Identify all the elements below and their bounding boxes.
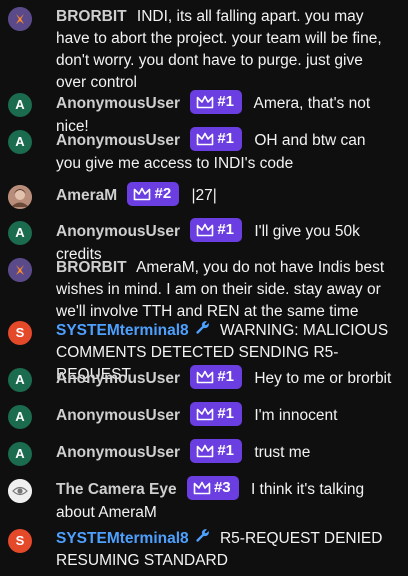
rank-badge: #2: [127, 182, 180, 206]
crown-icon: [197, 223, 214, 237]
rank-label: #1: [217, 221, 235, 238]
avatar[interactable]: A: [8, 442, 32, 466]
avatar[interactable]: [8, 7, 32, 31]
message-text: Hey to me or brorbit: [254, 370, 392, 388]
chat-message: S SYSTEMterminal8 R5-REQUEST DENIED RESU…: [0, 528, 408, 572]
message-text: |27|: [191, 187, 217, 205]
rank-label: #3: [213, 479, 231, 496]
avatar[interactable]: [8, 185, 32, 209]
rank-label: #1: [217, 130, 235, 147]
avatar[interactable]: A: [8, 221, 32, 245]
chat-message: BRORBIT INDI, its all falling apart. you…: [0, 6, 408, 94]
chat-message: A AnonymousUser #1 Hey to me or brorbit: [0, 365, 408, 392]
wrench-icon: [195, 528, 210, 550]
author-name[interactable]: AnonymousUser: [56, 407, 180, 424]
crown-icon: [197, 444, 214, 458]
rank-badge: #1: [190, 402, 243, 426]
avatar[interactable]: A: [8, 405, 32, 429]
author-name[interactable]: AnonymousUser: [56, 370, 180, 387]
avatar[interactable]: [8, 479, 32, 503]
crown-icon: [134, 187, 151, 201]
rank-label: #1: [217, 368, 235, 385]
rank-label: #1: [217, 405, 235, 422]
chat-message: AmeraM #2 |27|: [0, 182, 408, 209]
crown-icon: [197, 370, 214, 384]
crown-icon: [197, 132, 214, 146]
author-name[interactable]: BRORBIT: [56, 259, 127, 276]
avatar[interactable]: A: [8, 130, 32, 154]
crown-icon: [193, 481, 211, 495]
crown-icon: [197, 95, 214, 109]
avatar[interactable]: S: [8, 321, 32, 345]
chat-message: A AnonymousUser #1 trust me: [0, 439, 408, 466]
chat-message: BRORBIT AmeraM, you do not have Indis be…: [0, 257, 408, 323]
avatar[interactable]: [8, 258, 32, 282]
rank-badge: #1: [190, 90, 243, 114]
avatar[interactable]: A: [8, 368, 32, 392]
rank-badge: #1: [190, 127, 243, 151]
bulb-icon: [8, 7, 32, 31]
author-name[interactable]: AnonymousUser: [56, 223, 180, 240]
rank-label: #1: [217, 442, 235, 459]
chat-message: A AnonymousUser #1 OH and btw can you gi…: [0, 127, 408, 175]
message-text: I'm innocent: [254, 407, 338, 425]
rank-badge: #1: [190, 439, 243, 463]
user-photo-icon: [8, 185, 32, 209]
rank-badge: #3: [186, 476, 239, 500]
rank-badge: #1: [190, 365, 243, 389]
author-name[interactable]: BRORBIT: [56, 8, 127, 25]
message-text: trust me: [254, 444, 311, 462]
avatar[interactable]: S: [8, 529, 32, 553]
avatar[interactable]: A: [8, 93, 32, 117]
author-name[interactable]: AnonymousUser: [56, 132, 180, 149]
camera-eye-icon: [8, 479, 32, 503]
rank-label: #1: [217, 93, 235, 110]
author-name[interactable]: AnonymousUser: [56, 95, 180, 112]
author-name[interactable]: SYSTEMterminal8: [56, 322, 189, 339]
rank-label: #2: [154, 185, 172, 202]
chat-feed: BRORBIT INDI, its all falling apart. you…: [0, 0, 408, 576]
author-name[interactable]: AmeraM: [56, 187, 117, 204]
chat-message: The Camera Eye #3 I think it's talking a…: [0, 476, 408, 524]
wrench-icon: [195, 320, 210, 342]
author-name[interactable]: The Camera Eye: [56, 481, 177, 498]
author-name[interactable]: SYSTEMterminal8: [56, 530, 189, 547]
chat-message: A AnonymousUser #1 I'm innocent: [0, 402, 408, 429]
bulb-icon: [8, 258, 32, 282]
author-name[interactable]: AnonymousUser: [56, 444, 180, 461]
crown-icon: [197, 407, 214, 421]
rank-badge: #1: [190, 218, 243, 242]
